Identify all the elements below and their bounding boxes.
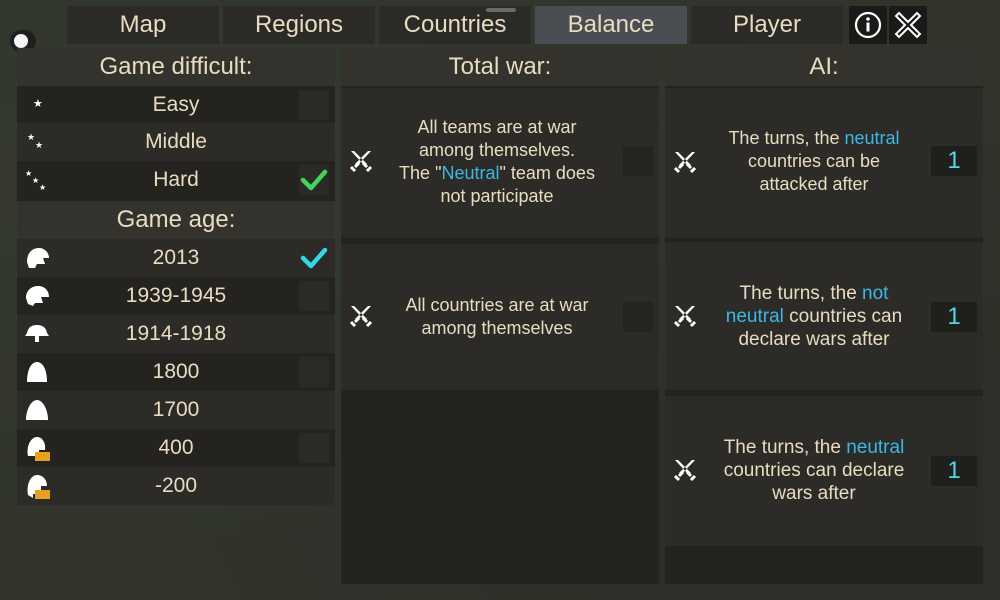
total-war-title: Total war: (341, 48, 659, 86)
age-checkbox[interactable] (299, 319, 329, 349)
crossed-swords-icon (349, 306, 373, 328)
age-row-minus200[interactable]: -200 (17, 467, 335, 505)
tab-player[interactable]: Player (691, 6, 843, 44)
tab-balance[interactable]: Balance (535, 6, 687, 44)
left-panel: Game difficult: ★ Easy ★ ★ Middle ★ ★ ★ Har… (17, 48, 335, 505)
difficulty-checkbox[interactable] (299, 127, 329, 157)
age-checkbox-checked[interactable] (299, 243, 329, 273)
tab-bar: Map Regions Countries Balance Player (67, 6, 847, 44)
tab-map[interactable]: Map (67, 6, 219, 44)
crossed-swords-icon (349, 151, 373, 173)
ai-neutral-declare-text: The turns, the neutral countries can dec… (723, 437, 905, 504)
ai-neutral-declare-value[interactable]: 1 (931, 456, 977, 486)
age-row-1939[interactable]: 1939-1945 (17, 277, 335, 315)
svg-text:★: ★ (39, 183, 46, 192)
difficulty-label: Hard (153, 168, 199, 191)
helmet-icon (23, 244, 51, 272)
crossed-swords-icon (673, 460, 697, 482)
info-icon (854, 11, 882, 39)
age-label: 2013 (152, 246, 200, 269)
age-row-1800[interactable]: 1800 (17, 353, 335, 391)
ai-neutral-declare-card: The turns, the neutral countries can dec… (665, 396, 983, 546)
close-button[interactable] (889, 6, 927, 44)
helmet-icon (23, 396, 51, 424)
helmet-icon (23, 320, 51, 348)
svg-text:★: ★ (35, 141, 43, 151)
age-row-1700[interactable]: 1700 (17, 391, 335, 429)
total-war-countries-text: All countries are at war among themselve… (405, 295, 589, 338)
age-label: 1800 (152, 360, 200, 383)
helmet-icon (23, 282, 51, 310)
svg-text:★: ★ (27, 133, 35, 143)
close-icon (894, 11, 922, 39)
crossed-swords-icon (673, 152, 697, 174)
age-checkbox[interactable] (299, 357, 329, 387)
age-checkbox[interactable] (299, 471, 329, 501)
ai-not-neutral-declare-value[interactable]: 1 (931, 302, 977, 332)
checkmark-icon (300, 169, 328, 191)
age-row-1914[interactable]: 1914-1918 (17, 315, 335, 353)
crossed-swords-icon (673, 306, 697, 328)
ai-neutral-attack-text: The turns, the neutral countries can be … (728, 128, 900, 194)
checkmark-icon (300, 247, 328, 269)
age-label: 1914-1918 (125, 322, 227, 345)
svg-text:★: ★ (33, 97, 43, 110)
age-checkbox[interactable] (299, 281, 329, 311)
total-war-countries-checkbox[interactable] (623, 302, 653, 332)
age-row-400[interactable]: 400 (17, 429, 335, 467)
age-label: 400 (158, 436, 194, 459)
difficulty-easy-row[interactable]: ★ Easy (17, 86, 335, 123)
ai-title: AI: (665, 48, 983, 86)
difficulty-checkbox[interactable] (299, 89, 329, 120)
total-war-countries-card[interactable]: All countries are at war among themselve… (341, 244, 659, 390)
age-row-2013[interactable]: 2013 (17, 239, 335, 277)
drag-handle[interactable] (486, 8, 516, 12)
pro-helmet-icon (23, 472, 51, 500)
helmet-icon (23, 358, 51, 386)
ai-neutral-attack-card: The turns, the neutral countries can be … (665, 88, 983, 238)
total-war-teams-checkbox[interactable] (623, 146, 653, 176)
ai-neutral-attack-value[interactable]: 1 (931, 146, 977, 176)
ai-not-neutral-declare-text: The turns, the not neutral countries can… (725, 283, 903, 350)
total-war-teams-text: All teams are at war among themselves. T… (399, 117, 595, 206)
age-checkbox[interactable] (299, 395, 329, 425)
difficulty-title: Game difficult: (17, 48, 335, 86)
difficulty-middle-row[interactable]: ★ ★ Middle (17, 123, 335, 161)
age-label: 1700 (152, 398, 200, 421)
age-label: 1939-1945 (125, 284, 227, 307)
stars-icon: ★ ★ ★ (23, 166, 51, 194)
toggle-knob (14, 34, 28, 48)
stars-icon: ★ ★ (23, 128, 51, 156)
age-checkbox[interactable] (299, 433, 329, 463)
difficulty-label: Middle (145, 130, 207, 153)
difficulty-checkbox-checked[interactable] (299, 165, 329, 195)
age-title: Game age: (17, 201, 335, 239)
difficulty-label: Easy (152, 92, 200, 116)
ai-not-neutral-declare-card: The turns, the not neutral countries can… (665, 242, 983, 390)
pro-helmet-icon (23, 434, 51, 462)
total-war-panel: Total war: All teams are at war among th… (341, 48, 659, 584)
info-button[interactable] (849, 6, 887, 44)
tab-regions[interactable]: Regions (223, 6, 375, 44)
difficulty-hard-row[interactable]: ★ ★ ★ Hard (17, 161, 335, 199)
star-icon: ★ (23, 91, 51, 119)
total-war-teams-card[interactable]: All teams are at war among themselves. T… (341, 88, 659, 238)
ai-panel: AI: The turns, the neutral countries can… (665, 48, 983, 584)
age-label: -200 (154, 474, 198, 497)
